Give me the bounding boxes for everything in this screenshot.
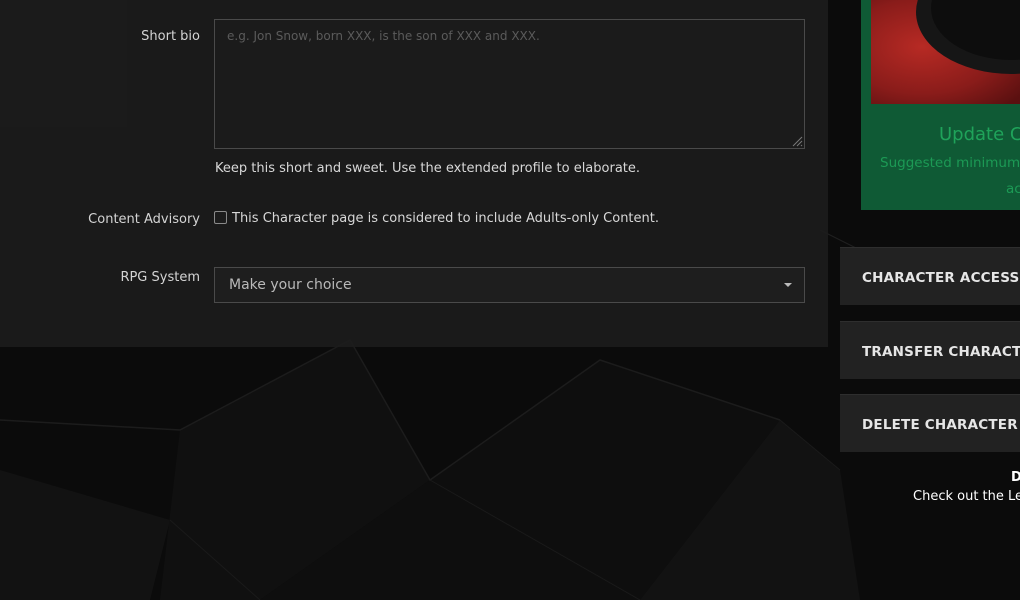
update-character-subtitle-continued: ac [1006, 181, 1020, 197]
content-advisory-label: Content Advisory [88, 212, 200, 227]
rpg-system-selected-value: Make your choice [229, 277, 352, 293]
update-character-title: Update Ch [939, 124, 1020, 145]
character-access-rights-button[interactable]: CHARACTER ACCESS RIG [840, 247, 1020, 305]
transfer-character-label: TRANSFER CHARACTER [862, 344, 1020, 360]
character-portrait-image [871, 0, 1020, 104]
update-character-card[interactable]: Update Ch Suggested minimum ac [861, 0, 1020, 210]
resize-handle-icon[interactable] [790, 134, 803, 147]
short-bio-textarea[interactable] [214, 19, 805, 149]
sidebar-footer-heading: D [1011, 470, 1020, 485]
short-bio-label: Short bio [141, 29, 200, 44]
adults-only-checkbox-label[interactable]: This Character page is considered to inc… [232, 211, 659, 226]
sidebar-footer-text[interactable]: Check out the Lea [913, 489, 1020, 504]
character-form-panel: Short bio Keep this short and sweet. Use… [0, 0, 828, 347]
rpg-system-select[interactable]: Make your choice [214, 267, 805, 303]
delete-character-label: DELETE CHARACTER [862, 417, 1018, 433]
adults-only-checkbox[interactable] [214, 211, 227, 224]
chevron-down-icon [784, 283, 792, 287]
short-bio-help-text: Keep this short and sweet. Use the exten… [215, 161, 641, 176]
delete-character-button[interactable]: DELETE CHARACTER [840, 394, 1020, 452]
update-character-subtitle: Suggested minimum [880, 155, 1020, 171]
transfer-character-button[interactable]: TRANSFER CHARACTER [840, 321, 1020, 379]
character-access-rights-label: CHARACTER ACCESS RIG [862, 270, 1020, 286]
rpg-system-label: RPG System [120, 270, 200, 285]
